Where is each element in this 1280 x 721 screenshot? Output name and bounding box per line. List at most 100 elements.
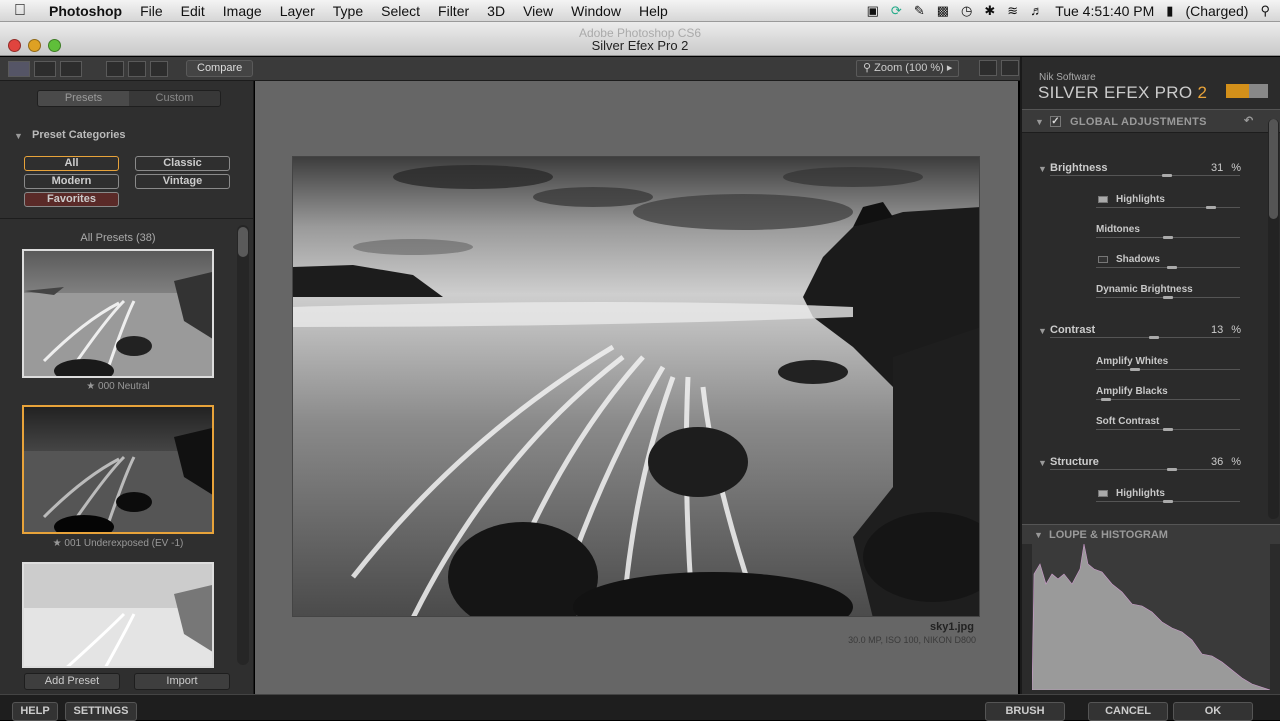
contrast-slider-knob[interactable] [1149, 336, 1159, 339]
collapse-triangle-icon[interactable]: ▼ [1034, 530, 1043, 540]
section-value-structure[interactable]: 36% [1207, 456, 1241, 468]
preview-toolbar: Compare ⚲ Zoom (100 %) ▸ [0, 57, 1020, 81]
brightness-sub-slider-knob[interactable] [1163, 296, 1173, 299]
structure-slider-knob[interactable] [1167, 468, 1177, 471]
brush-button[interactable]: BRUSH [985, 702, 1065, 721]
collapse-triangle-icon[interactable]: ▼ [1038, 326, 1047, 336]
spotlight-search-icon[interactable]: ⚲ [1260, 3, 1270, 19]
brightness-sub-slider-knob[interactable] [1205, 206, 1216, 209]
zoom-icon: ⚲ [863, 62, 875, 74]
time-machine-icon[interactable]: ◷ [961, 3, 972, 19]
brightness-sub-slider-knob[interactable] [1163, 236, 1173, 239]
category-classic-button[interactable]: Classic [135, 156, 230, 171]
category-vintage-button[interactable]: Vintage [135, 174, 230, 189]
split-preview-icon[interactable] [128, 60, 146, 77]
contrast-sub-slider-knob[interactable] [1101, 398, 1112, 401]
split-view-icon[interactable] [34, 60, 56, 77]
volume-icon[interactable]: ♬ [1030, 3, 1043, 18]
adjustments-scrollbar[interactable] [1268, 119, 1279, 519]
cancel-button[interactable]: CANCEL [1088, 702, 1168, 721]
preset-thumbnail-neutral[interactable] [22, 249, 214, 378]
brand-product: SILVER EFEX PRO 2 [1038, 83, 1207, 103]
presets-scrollbar[interactable] [237, 225, 249, 665]
menu-select[interactable]: Select [372, 3, 429, 19]
contrast-sub-slider-knob[interactable] [1129, 368, 1140, 371]
tab-presets[interactable]: Presets [38, 91, 129, 106]
collapse-triangle-icon[interactable]: ▼ [14, 131, 23, 141]
preset-caption-underexposed: ★ 001 Underexposed (EV -1) [52, 538, 184, 549]
side-by-side-view-icon[interactable] [60, 60, 82, 77]
section-value-contrast[interactable]: 13% [1207, 324, 1241, 336]
category-all-button[interactable]: All [24, 156, 119, 171]
settings-button[interactable]: SETTINGS [65, 702, 137, 721]
menu-type[interactable]: Type [324, 3, 372, 19]
brightness-sub-slider[interactable] [1096, 207, 1240, 208]
ok-button[interactable]: OK [1173, 702, 1253, 721]
reset-icon[interactable]: ↶ [1244, 114, 1253, 127]
single-view-icon[interactable] [8, 60, 30, 77]
loupe-histogram-title: LOUPE & HISTOGRAM [1049, 529, 1168, 541]
preview-image[interactable] [292, 156, 980, 617]
menu-view[interactable]: View [514, 3, 562, 19]
brightness-swatch-icon[interactable] [1098, 196, 1108, 203]
sync-icon[interactable]: ⟳ [891, 3, 902, 19]
brightness-slider-knob[interactable] [1161, 174, 1172, 177]
collapse-triangle-icon[interactable]: ▼ [1038, 458, 1047, 468]
scrollbar-thumb[interactable] [1269, 119, 1278, 219]
category-modern-button[interactable]: Modern [24, 174, 119, 189]
menu-image[interactable]: Image [214, 3, 271, 19]
section-value-unit: % [1231, 162, 1241, 174]
contrast-sub-slider[interactable] [1096, 369, 1240, 370]
histogram-graph [1031, 543, 1271, 691]
menu-edit[interactable]: Edit [172, 3, 214, 19]
tab-custom[interactable]: Custom [129, 91, 220, 106]
contrast-sub-slider[interactable] [1096, 399, 1240, 400]
structure-sub-label: Highlights [1116, 488, 1165, 499]
compare-button[interactable]: Compare [186, 60, 254, 77]
loupe-histogram-header[interactable]: ▼ LOUPE & HISTOGRAM [1022, 524, 1280, 544]
global-adjustments-header[interactable]: ▼ ✓ GLOBAL ADJUSTMENTS ↶ [1022, 109, 1280, 133]
preset-thumbnail-underexposed[interactable] [22, 405, 214, 534]
category-favorites-button[interactable]: Favorites [24, 192, 119, 207]
bluetooth-icon[interactable]: ✱ [984, 3, 995, 19]
evernote-icon[interactable]: ✎ [914, 3, 925, 19]
display-icon[interactable]: ▩ [937, 3, 949, 19]
zoom-control[interactable]: ⚲ Zoom (100 %) ▸ [856, 60, 960, 77]
camera-icon[interactable]: ▣ [867, 3, 879, 19]
wifi-icon[interactable]: ≋ [1007, 3, 1018, 19]
import-button[interactable]: Import [134, 673, 230, 690]
toggle-panel-icon[interactable] [1001, 60, 1019, 76]
clock[interactable]: Tue 4:51:40 PM [1055, 3, 1154, 19]
single-preview-icon[interactable] [106, 60, 124, 77]
menu-help[interactable]: Help [630, 3, 677, 19]
collapse-triangle-icon[interactable]: ▼ [1038, 164, 1047, 174]
menu-3d[interactable]: 3D [478, 3, 514, 19]
collapse-triangle-icon[interactable]: ▼ [1035, 117, 1044, 127]
help-button[interactable]: HELP [12, 702, 58, 721]
global-adjustments-checkbox[interactable]: ✓ [1050, 116, 1061, 127]
apple-menu-icon[interactable]:  [0, 2, 40, 20]
menu-layer[interactable]: Layer [271, 3, 324, 19]
structure-swatch-icon[interactable] [1098, 490, 1108, 497]
compare-preview-icon[interactable] [150, 60, 168, 77]
brightness-swatch-icon[interactable] [1098, 256, 1108, 263]
contrast-sub-slider-knob[interactable] [1163, 428, 1173, 431]
brightness-slider[interactable] [1050, 175, 1240, 176]
section-value-brightness[interactable]: 31% [1207, 162, 1241, 174]
battery-status[interactable]: (Charged) [1185, 3, 1248, 19]
structure-slider[interactable] [1050, 469, 1240, 470]
menu-file[interactable]: File [131, 3, 172, 19]
menu-filter[interactable]: Filter [429, 3, 478, 19]
contrast-slider[interactable] [1050, 337, 1240, 338]
background-light-icon[interactable] [979, 60, 997, 76]
menu-window[interactable]: Window [562, 3, 630, 19]
battery-icon[interactable]: ▮ [1166, 3, 1173, 19]
brightness-sub-slider-knob[interactable] [1167, 266, 1178, 269]
preset-thumbnail-overexposed[interactable] [22, 562, 214, 668]
zoom-label: Zoom (100 %) [874, 62, 944, 74]
structure-sub-slider-knob[interactable] [1163, 500, 1173, 503]
scrollbar-thumb[interactable] [238, 227, 248, 257]
file-name: sky1.jpg [929, 621, 974, 633]
add-preset-button[interactable]: Add Preset [24, 673, 120, 690]
menu-app[interactable]: Photoshop [40, 3, 131, 19]
